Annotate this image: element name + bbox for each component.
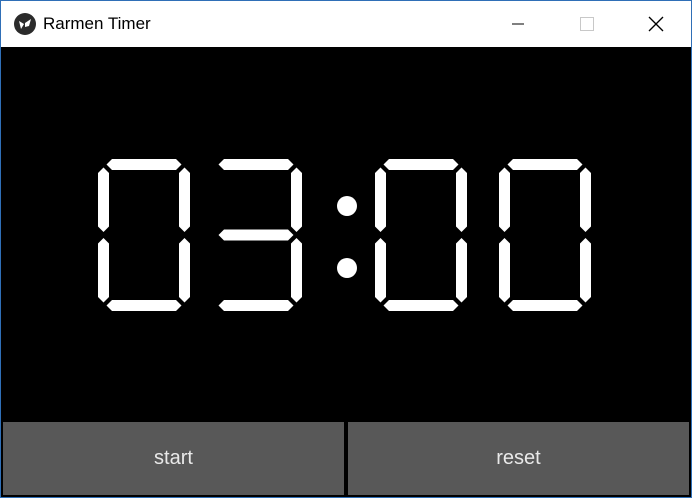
maximize-button[interactable] [552,1,622,47]
segment-a-digit-4 [507,159,583,170]
segment-e-digit-1 [98,238,109,303]
segment-b-digit-4 [580,167,591,232]
start-button[interactable]: start [3,422,344,495]
segment-b-digit-2 [291,167,302,232]
segment-b-digit-3 [456,167,467,232]
segment-b-digit-1 [179,167,190,232]
segment-g-digit-2 [218,229,294,241]
segment-f-digit-1 [98,167,109,232]
minimize-button[interactable] [483,1,553,47]
segment-e-digit-4 [499,238,510,303]
title-bar[interactable]: Rarmen Timer [1,1,691,47]
segment-d-digit-1 [106,300,182,311]
timer-digits [98,159,591,311]
segment-c-digit-2 [291,238,302,303]
colon-dot-1 [337,196,357,216]
app-window: Rarmen Timer start reset [0,0,692,498]
minimize-icon [512,23,524,25]
segment-c-digit-1 [179,238,190,303]
reset-button[interactable]: reset [348,422,689,495]
kivy-logo-icon [14,13,36,35]
window-title: Rarmen Timer [43,14,151,33]
segment-d-digit-2 [218,300,294,311]
maximize-icon [580,17,594,31]
segment-c-digit-4 [580,238,591,303]
close-icon [648,16,664,32]
segment-a-digit-2 [218,159,294,170]
segment-a-digit-3 [383,159,459,170]
segment-a-digit-1 [106,159,182,170]
colon-dot-2 [337,258,357,278]
segment-d-digit-3 [383,300,459,311]
close-button[interactable] [621,1,691,47]
timer-display [1,47,691,421]
segment-c-digit-3 [456,238,467,303]
segment-f-digit-4 [499,167,510,232]
segment-d-digit-4 [507,300,583,311]
segment-e-digit-3 [375,238,386,303]
segment-f-digit-3 [375,167,386,232]
